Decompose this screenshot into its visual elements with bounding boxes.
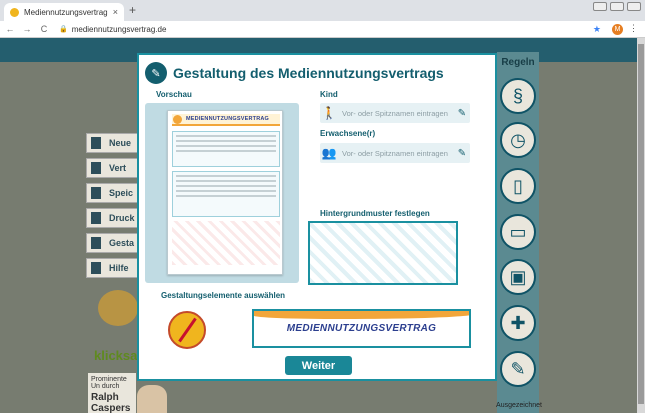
help-icon [91,262,101,274]
adult-name-input[interactable] [338,148,454,158]
computer-icon[interactable]: ▭ [500,214,536,250]
save-icon [91,187,101,199]
clock-icon[interactable]: ◷ [500,122,536,158]
new-tab-button[interactable]: + [129,3,136,17]
design-tool-icon: ✎ [145,62,167,84]
bg-menu-contract[interactable]: Vert [86,158,138,178]
bg-menu-new[interactable]: Neue [86,133,138,153]
phone-icon[interactable]: ▯ [500,168,536,204]
pencil-icon[interactable]: ✎ [454,148,470,159]
bg-menu-help[interactable]: Hilfe [86,258,138,278]
address-bar: ← → C 🔒 mediennutzungsvertrag.de ★ M ⋮ [0,21,645,38]
rules-title: Regeln [501,57,535,68]
maximize-icon[interactable] [610,2,624,11]
contract-preview: MEDIENNUTZUNGSVERTRAG [167,110,283,275]
internet-abc-badge [98,290,138,326]
favicon-icon [10,7,19,17]
preview-footer [172,267,280,273]
window-controls [593,2,641,11]
browser-tabbar: Mediennutzungsvertrag × + [0,0,645,21]
compass-icon [173,115,182,124]
next-button[interactable]: Weiter [285,356,352,375]
lock-icon: 🔒 [59,26,68,33]
preview-section-1 [172,131,280,167]
close-tab-icon[interactable]: × [113,7,118,17]
forward-icon[interactable]: → [20,24,34,34]
preview-section-2 [172,171,280,217]
adult-label: Erwachsene(r) [320,129,376,138]
preview-label: Vorschau [156,90,192,99]
back-icon[interactable]: ← [3,24,17,34]
profile-avatar[interactable]: M [612,24,623,35]
preview-pattern [172,221,280,265]
modal-header: ✎ Gestaltung des Mediennutzungsvertrags [145,62,444,84]
background-pattern-picker[interactable] [308,221,458,285]
preview-header: MEDIENNUTZUNGSVERTRAG [172,114,280,126]
promi-box: Prominente Un durch Ralph Caspers [88,373,136,413]
design-modal: ✎ Gestaltung des Mediennutzungsvertrags … [137,53,497,381]
adult-input-row: 👥 ✎ [320,143,470,163]
url-text[interactable]: mediennutzungsvertrag.de [72,25,167,34]
promi-portrait [137,385,167,413]
pen-icon[interactable]: ✎ [500,351,536,387]
awarded-text: Ausgezeichnet [496,402,542,409]
scrollbar-thumb[interactable] [638,44,644,404]
title-banner-element[interactable]: MEDIENNUTZUNGSVERTRAG [252,309,471,348]
klicksafe-logo: klicksa [94,348,138,363]
page-scrollbar[interactable] [637,38,645,413]
folder-icon [91,162,101,174]
printer-icon [91,212,101,224]
gamepad-icon[interactable]: ✚ [500,305,536,341]
child-name-input[interactable] [338,108,454,118]
bg-menu-save[interactable]: Speic [86,183,138,203]
close-window-icon[interactable] [627,2,641,11]
pattern-label: Hintergrundmuster festlegen [320,209,430,218]
browser-tab[interactable]: Mediennutzungsvertrag × [4,3,124,21]
adults-icon: 👥 [321,146,337,160]
modal-title: Gestaltung des Mediennutzungsvertrags [173,65,444,81]
reload-icon[interactable]: C [37,24,51,34]
bg-menu-print[interactable]: Druck [86,208,138,228]
banner-wave [254,311,469,319]
child-input-row: 🚶 ✎ [320,103,470,123]
bg-menu-design[interactable]: Gesta [86,233,138,253]
compass-element-icon[interactable] [168,311,206,349]
child-label: Kind [320,90,338,99]
paragraph-icon[interactable]: § [500,78,536,114]
pencil-icon[interactable]: ✎ [454,108,470,119]
preview-doc-title: MEDIENNUTZUNGSVERTRAG [186,116,270,122]
tab-title: Mediennutzungsvertrag [24,7,108,17]
document-icon [91,137,101,149]
preview-area: MEDIENNUTZUNGSVERTRAG [145,103,299,283]
design-icon [91,237,101,249]
minimize-icon[interactable] [593,2,607,11]
app-logo [96,60,136,110]
browser-menu-icon[interactable]: ⋮ [629,23,638,34]
banner-title: MEDIENNUTZUNGSVERTRAG [286,323,437,334]
bookmark-star-icon[interactable]: ★ [593,24,601,35]
elements-label: Gestaltungselemente auswählen [161,291,286,300]
child-icon: 🚶 [321,106,337,120]
tv-icon[interactable]: ▣ [500,259,536,295]
